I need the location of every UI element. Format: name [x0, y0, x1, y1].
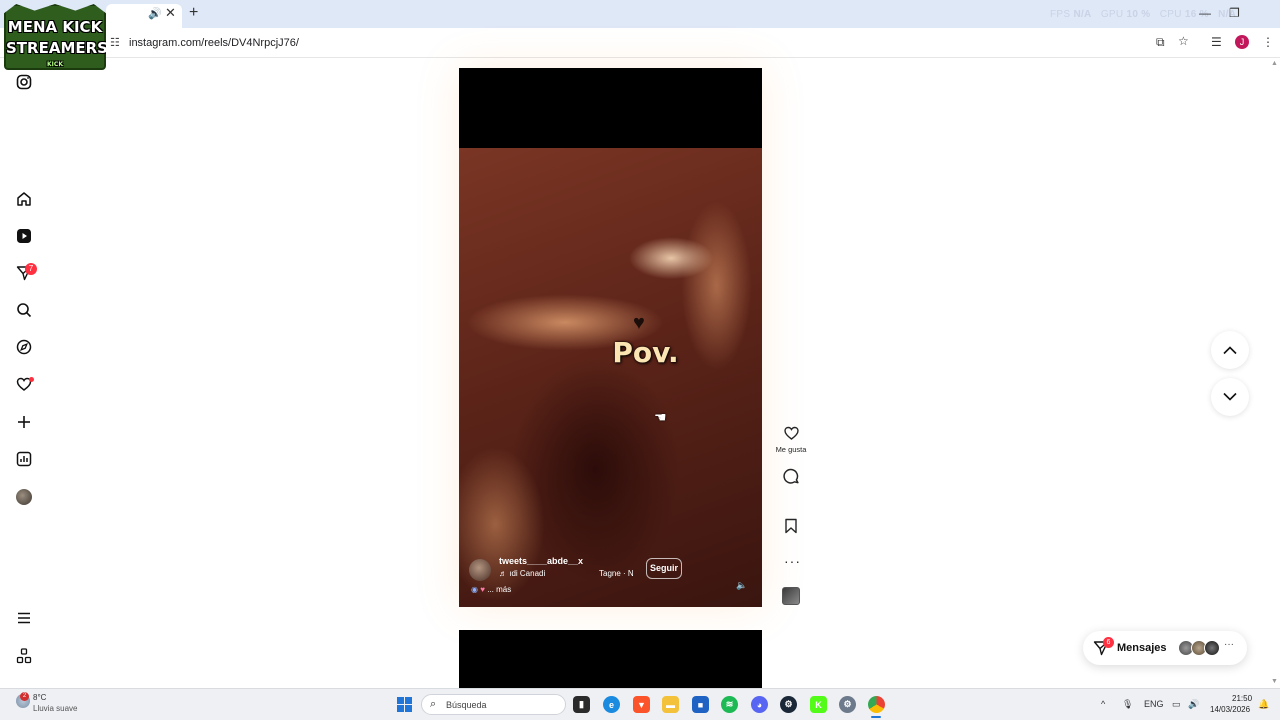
chrome-icon[interactable]: [868, 696, 885, 713]
like-label: Me gusta: [775, 445, 807, 454]
task-view-icon[interactable]: ▮: [573, 696, 590, 713]
discord-icon[interactable]: ◕: [751, 696, 768, 713]
microsoft-store-icon[interactable]: ■: [692, 696, 709, 713]
logo-line-1: MENA KICK: [7, 18, 103, 36]
more-options-icon[interactable]: ···: [784, 553, 801, 569]
microphone-icon[interactable]: 🎙: [1122, 699, 1133, 710]
reel-tagged-users[interactable]: Tagne · N: [599, 569, 634, 578]
weather-alert-badge: 2: [20, 692, 29, 701]
save-icon[interactable]: [782, 517, 800, 535]
original-audio-thumbnail[interactable]: [782, 587, 800, 605]
next-reel-preview[interactable]: [459, 630, 762, 690]
gpu-value: 10 %: [1126, 9, 1151, 20]
new-tab-button[interactable]: +: [189, 4, 198, 22]
input-language[interactable]: ENG: [1144, 699, 1164, 709]
gpu-label: GPU: [1100, 9, 1124, 20]
taskbar-search-placeholder: Búsqueda: [446, 700, 487, 710]
media-controls-icon[interactable]: ☰: [1211, 35, 1222, 49]
more-conversations-icon: ···: [1224, 639, 1234, 650]
explore-icon[interactable]: [15, 338, 33, 356]
file-explorer-icon[interactable]: ▬: [662, 696, 679, 713]
browser-menu-icon[interactable]: ⋮: [1262, 35, 1274, 49]
chevron-down-icon: [1223, 392, 1237, 401]
home-icon[interactable]: [15, 190, 33, 208]
hand-cursor-icon: ☚: [654, 409, 667, 425]
windows-start-icon[interactable]: [397, 697, 412, 712]
messages-button[interactable]: 6 Mensajes ···: [1083, 631, 1247, 665]
install-app-icon[interactable]: ⧉: [1156, 35, 1165, 50]
fps-label: FPS: [1050, 9, 1071, 20]
volume-tray-icon[interactable]: 🔊: [1188, 699, 1199, 710]
instagram-icon[interactable]: [15, 73, 33, 91]
create-icon[interactable]: [15, 413, 33, 431]
caption-emoji-icon: ◉: [471, 585, 478, 594]
reel-author-avatar[interactable]: [469, 559, 491, 581]
scroll-down-arrow[interactable]: ▼: [1271, 678, 1278, 685]
broken-heart-emoji-icon: ♥: [633, 312, 645, 334]
logo-line-3: KICK: [47, 61, 63, 68]
brave-icon[interactable]: ▼: [633, 696, 650, 713]
next-reel-button[interactable]: [1211, 378, 1249, 416]
search-icon[interactable]: [15, 301, 33, 319]
search-icon: ⌕: [430, 698, 437, 710]
bookmark-star-icon[interactable]: ☆: [1178, 34, 1189, 48]
weather-description[interactable]: Lluvia suave: [33, 704, 77, 713]
profile-avatar[interactable]: J: [1235, 35, 1249, 49]
reel-overlay-text: Pov.: [612, 336, 679, 369]
reel-audio-title[interactable]: ♬ ıdi Canadi: [499, 569, 545, 578]
mena-kick-streamers-logo: MENA KICK STREAMERS KICK: [4, 4, 106, 70]
like-icon[interactable]: [782, 424, 800, 442]
network-icon[interactable]: ▭: [1172, 699, 1181, 710]
reel-player[interactable]: ♥ Pov. ☚ tweets____abde__x ♬ ıdi Canadi …: [459, 68, 762, 607]
tray-overflow-chevron-icon[interactable]: ^: [1101, 699, 1105, 709]
volume-icon[interactable]: 🔈: [736, 580, 747, 591]
menu-icon[interactable]: [15, 609, 33, 627]
edge-icon[interactable]: e: [603, 696, 620, 713]
follow-button[interactable]: Seguir: [646, 558, 682, 579]
cpu-label: CPU: [1159, 9, 1182, 20]
tab-audio-icon[interactable]: 🔊: [148, 7, 162, 20]
reel-author-username[interactable]: tweets____abde__x: [499, 556, 583, 566]
chrome-active-indicator: [871, 716, 881, 718]
notification-center-icon[interactable]: 🔔: [1258, 699, 1269, 710]
settings-gear-icon[interactable]: ⚙: [839, 696, 856, 713]
site-info-icon[interactable]: ☷: [110, 36, 120, 49]
minimize-button[interactable]: —: [1199, 6, 1211, 20]
restore-button[interactable]: ❐: [1229, 6, 1240, 20]
taskbar-clock-time[interactable]: 21:50: [1232, 694, 1252, 703]
weather-temperature[interactable]: 8°C: [33, 693, 46, 702]
messages-badge: 7: [25, 263, 37, 275]
dashboard-icon[interactable]: [15, 450, 33, 468]
steam-icon[interactable]: ⚙: [780, 696, 797, 713]
notifications-dot: [29, 377, 34, 382]
taskbar-search-box[interactable]: ⌕ Búsqueda: [421, 694, 566, 715]
spotify-icon[interactable]: ≋: [721, 696, 738, 713]
reel-caption[interactable]: ◉ ♥ ... más: [471, 585, 511, 594]
previous-reel-button[interactable]: [1211, 331, 1249, 369]
caption-heart-emoji-icon: ♥: [480, 585, 485, 594]
caption-more-link[interactable]: ... más: [487, 585, 511, 594]
comment-icon[interactable]: [782, 467, 800, 485]
messages-count-badge: 6: [1103, 637, 1114, 648]
logo-line-2: STREAMERS: [6, 39, 108, 57]
taskbar-clock-date[interactable]: 14/03/2026: [1210, 705, 1250, 714]
tab-close-icon[interactable]: ✕: [165, 5, 176, 21]
apps-icon[interactable]: [15, 647, 33, 665]
kick-icon[interactable]: K: [810, 696, 827, 713]
scroll-up-arrow[interactable]: ▲: [1271, 60, 1278, 67]
reels-icon[interactable]: [15, 227, 33, 245]
profile-avatar-icon[interactable]: [16, 489, 32, 505]
reel-video-frame[interactable]: [459, 148, 762, 607]
chevron-up-icon: [1223, 346, 1237, 355]
fps-value: N/A: [1073, 9, 1092, 20]
url-field[interactable]: instagram.com/reels/DV4NrpcjJ76/: [129, 37, 299, 49]
messages-label: Mensajes: [1117, 642, 1167, 654]
conversation-avatar: [1204, 640, 1220, 656]
